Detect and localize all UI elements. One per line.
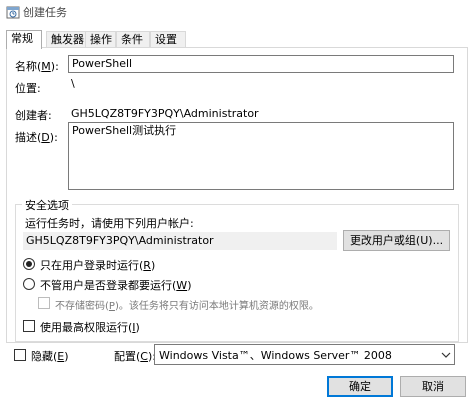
radio-run-whether-logged-on[interactable] [23,278,35,290]
ok-button[interactable]: 确定 [327,376,393,397]
hidden-label[interactable]: 隐藏(E) [31,348,69,364]
location-label: 位置: [15,82,41,95]
tab-settings[interactable]: 设置 [150,31,186,48]
tab-conditions[interactable]: 条件 [116,31,150,48]
configure-label: 配置(C): [114,350,156,363]
description-textarea[interactable]: PowerShell测试执行 [68,122,454,190]
description-label: 描述(D): [15,131,58,144]
radio-run-logged-on[interactable] [23,258,35,270]
hidden-checkbox[interactable] [14,349,26,361]
highest-privileges-checkbox[interactable] [23,320,35,332]
window-title: 创建任务 [23,6,67,19]
user-account-field: GH5LQZ8T9FY3PQY\Administrator [23,232,337,250]
chevron-down-icon [441,352,451,358]
configure-select[interactable]: Windows Vista™、Windows Server™ 2008 [154,344,455,365]
no-store-password-label: 不存储密码(P)。该任务将只有访问本地计算机资源的权限。 [55,301,319,312]
change-user-button[interactable]: 更改用户或组(U)... [343,230,450,251]
name-label: 名称(M): [15,60,59,73]
cancel-button[interactable]: 取消 [400,376,466,397]
security-options-title: 安全选项 [22,197,72,213]
highest-privileges-label[interactable]: 使用最高权限运行(I) [40,319,140,335]
radio-run-whether-logged-on-label[interactable]: 不管用户是否登录都要运行(W) [40,277,191,293]
name-input[interactable]: PowerShell [68,55,454,73]
no-store-password-checkbox[interactable] [38,297,50,309]
configure-select-value: Windows Vista™、Windows Server™ 2008 [159,349,392,362]
location-value: \ [71,77,75,90]
author-label: 创建者: [15,109,52,122]
author-value: GH5LQZ8T9FY3PQY\Administrator [71,107,259,120]
tab-actions[interactable]: 操作 [85,31,116,48]
run-as-prompt: 运行任务时，请使用下列用户帐户: [25,217,194,230]
radio-run-logged-on-label[interactable]: 只在用户登录时运行(R) [40,257,155,273]
tab-triggers[interactable]: 触发器 [46,31,86,48]
title-bar: 创建任务 [0,0,474,24]
task-scheduler-icon [6,6,20,19]
tab-general[interactable]: 常规 [6,30,42,49]
